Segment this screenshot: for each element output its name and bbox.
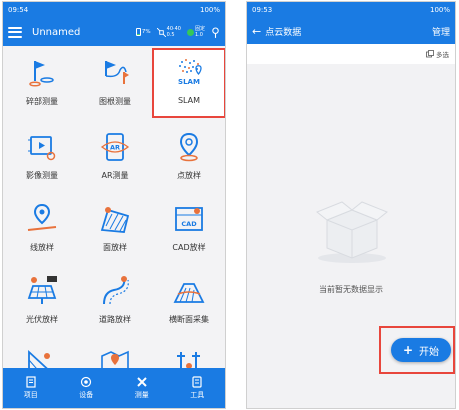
multi-select-button[interactable]: 多选 bbox=[436, 49, 449, 59]
start-button-label: 开始 bbox=[419, 346, 440, 358]
bottom-nav: 项目 设备 测量 工具 bbox=[3, 368, 225, 408]
multi-select-icon[interactable] bbox=[426, 50, 434, 58]
menu-icon[interactable] bbox=[8, 26, 22, 38]
grid-item-cad-stakeout[interactable]: CAD CAD放样 bbox=[152, 194, 225, 264]
satellite-status: 40·40 0.5 bbox=[156, 26, 181, 38]
grid-item-detail-survey[interactable]: 碎部测量 bbox=[5, 48, 79, 118]
grid-item-ar-survey[interactable]: AR AR测量 bbox=[78, 122, 152, 192]
device-icon bbox=[81, 376, 92, 388]
pointcloud-screen: 09:53 100% ← 点云数据 管理 多选 当前暂无数据显示 + 开始 bbox=[246, 1, 456, 409]
cad-stakeout-icon: CAD bbox=[175, 207, 203, 231]
grid-item-road-stakeout[interactable]: 道路放样 bbox=[78, 266, 152, 336]
svg-text:SLAM: SLAM bbox=[178, 78, 200, 86]
battery-icon bbox=[135, 28, 141, 36]
document-icon bbox=[26, 376, 36, 388]
status-bar: 09:53 100% bbox=[247, 2, 455, 18]
slam-pointcloud-icon: SLAM bbox=[178, 59, 202, 86]
home-screen: 09:54 100% Unnamed 7% 40·40 0.5 固定 1.0 碎… bbox=[2, 1, 226, 409]
road-stakeout-icon bbox=[103, 276, 129, 305]
plus-icon: + bbox=[402, 343, 414, 357]
status-time: 09:54 bbox=[8, 6, 29, 14]
satellite-icon bbox=[156, 27, 166, 37]
nav-tools[interactable]: 工具 bbox=[170, 368, 226, 408]
flag-point-icon bbox=[29, 61, 54, 87]
location-pin-icon bbox=[179, 132, 199, 162]
grid-item-point-stakeout[interactable]: 点放样 bbox=[152, 122, 225, 192]
manage-button[interactable]: 管理 bbox=[432, 25, 450, 38]
solar-panel-icon bbox=[27, 276, 57, 304]
flag-route-icon bbox=[105, 61, 129, 84]
toolbar: 多选 bbox=[247, 44, 455, 64]
status-battery: 100% bbox=[199, 6, 220, 14]
grid-item-image-survey[interactable]: 影像测量 bbox=[5, 122, 79, 192]
project-title: Unnamed bbox=[32, 26, 81, 38]
grid-item-cross-section[interactable]: 横断面采集 bbox=[152, 266, 225, 336]
nav-measure[interactable]: 测量 bbox=[114, 368, 170, 408]
app-bar: Unnamed 7% 40·40 0.5 固定 1.0 bbox=[3, 18, 225, 46]
svg-text:CAD: CAD bbox=[181, 220, 197, 228]
grid-item-control-survey[interactable]: 图根测量 bbox=[78, 48, 152, 118]
receiver-status[interactable]: 7% 40·40 0.5 固定 1.0 bbox=[135, 26, 220, 38]
line-stakeout-icon bbox=[27, 203, 57, 231]
antenna-icon bbox=[212, 26, 219, 38]
grid-item-area-stakeout[interactable]: 面放样 bbox=[78, 194, 152, 264]
start-button[interactable]: + 开始 bbox=[391, 338, 451, 362]
status-battery: 100% bbox=[429, 6, 450, 14]
svg-text:AR: AR bbox=[110, 144, 120, 152]
ar-camera-icon: AR bbox=[100, 133, 130, 161]
tools-icon bbox=[192, 376, 202, 388]
start-button-highlight: + 开始 bbox=[379, 326, 455, 374]
status-bar: 09:54 100% bbox=[3, 2, 225, 18]
status-time: 09:53 bbox=[252, 6, 273, 14]
nav-device[interactable]: 设备 bbox=[59, 368, 115, 408]
fix-status: 固定 1.0 bbox=[186, 26, 205, 38]
nav-project[interactable]: 项目 bbox=[3, 368, 59, 408]
empty-box-icon bbox=[316, 201, 388, 263]
grid-item-pv-stakeout[interactable]: 光伏放样 bbox=[5, 266, 79, 336]
video-camera-icon bbox=[28, 136, 56, 161]
function-grid: 碎部测量 图根测量 SLAM SLAM 影像测量 AR AR测量 点放样 线放样… bbox=[3, 46, 225, 380]
measure-icon bbox=[137, 377, 147, 387]
page-title: 点云数据 bbox=[265, 27, 302, 38]
grid-item-slam[interactable]: SLAM SLAM bbox=[152, 48, 225, 118]
back-arrow-icon[interactable]: ← bbox=[252, 25, 261, 38]
receiver-battery: 7% bbox=[135, 28, 151, 36]
app-bar: ← 点云数据 管理 bbox=[247, 18, 455, 44]
fix-indicator-icon bbox=[186, 28, 194, 36]
cross-section-icon bbox=[173, 283, 205, 303]
empty-state-text: 当前暂无数据显示 bbox=[319, 285, 383, 294]
area-stakeout-icon bbox=[100, 207, 130, 233]
grid-item-line-stakeout[interactable]: 线放样 bbox=[5, 194, 79, 264]
